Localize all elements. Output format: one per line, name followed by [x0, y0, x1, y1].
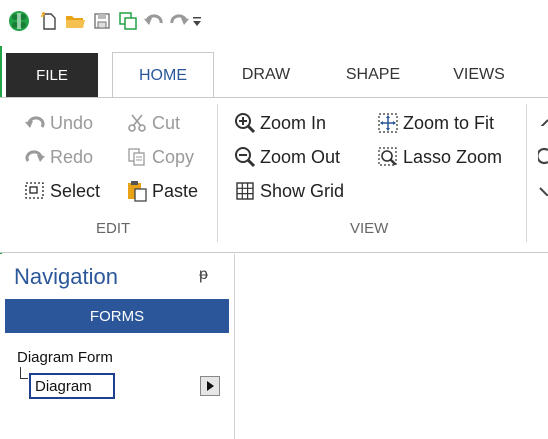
cut-icon	[124, 112, 150, 134]
zoom-in-button[interactable]: Zoom In	[232, 110, 326, 136]
tab-file[interactable]: FILE	[6, 53, 98, 97]
tab-views[interactable]: VIEWS	[440, 52, 518, 98]
select-icon	[22, 180, 48, 202]
copy-window-icon[interactable]	[117, 10, 139, 32]
group-separator	[526, 104, 527, 242]
undo-label: Undo	[50, 112, 94, 133]
grid-icon	[232, 180, 258, 202]
zoom-to-fit-icon	[375, 112, 401, 134]
zoom-in-label: Zoom In	[260, 112, 327, 133]
customize-dropdown-icon[interactable]	[190, 10, 204, 32]
cut-label: Cut	[152, 112, 181, 133]
tab-home[interactable]: HOME	[112, 52, 214, 98]
ribbon-tabs: FILE HOME DRAW SHAPE VIEWS	[0, 52, 548, 98]
tree-item-diagram-form[interactable]: Diagram Form	[17, 349, 113, 366]
copy-label: Copy	[152, 146, 195, 167]
rotate-icon[interactable]	[538, 146, 548, 166]
lasso-zoom-label: Lasso Zoom	[403, 146, 503, 167]
app-logo-icon[interactable]	[8, 10, 30, 32]
undo-button[interactable]: Undo	[22, 110, 93, 136]
redo-label: Redo	[50, 146, 94, 167]
pin-icon[interactable]: ᵽ	[199, 266, 208, 284]
tree-item-diagram[interactable]: Diagram	[29, 373, 115, 399]
paste-button[interactable]: Paste	[124, 178, 198, 204]
tab-shape[interactable]: SHAPE	[332, 52, 414, 98]
forms-section-header[interactable]: FORMS	[5, 299, 229, 333]
expand-arrow-icon[interactable]	[200, 376, 220, 396]
zoom-out-button[interactable]: Zoom Out	[232, 144, 340, 170]
copy-button[interactable]: Copy	[124, 144, 194, 170]
line-icon[interactable]	[538, 186, 548, 196]
lasso-zoom-button[interactable]: Lasso Zoom	[375, 144, 502, 170]
quick-access-toolbar	[0, 0, 548, 46]
ribbon-panel: Undo Redo Select Cut Copy Paste EDIT Zoo…	[0, 97, 548, 253]
zoom-to-fit-button[interactable]: Zoom to Fit	[375, 110, 494, 136]
zoom-to-fit-label: Zoom to Fit	[403, 112, 495, 133]
zoom-out-label: Zoom Out	[260, 146, 341, 167]
redo-icon	[22, 146, 48, 168]
arrow-icon[interactable]	[538, 116, 548, 126]
select-label: Select	[50, 180, 101, 201]
redo-button[interactable]: Redo	[22, 144, 93, 170]
copy-icon	[124, 146, 150, 168]
paste-label: Paste	[152, 180, 199, 201]
view-group-label: VIEW	[350, 220, 389, 237]
cut-button[interactable]: Cut	[124, 110, 180, 136]
navigation-title: Navigation	[14, 264, 118, 289]
zoom-in-icon	[232, 112, 258, 134]
redo-icon[interactable]	[168, 10, 190, 32]
show-grid-button[interactable]: Show Grid	[232, 178, 344, 204]
edit-group-label: EDIT	[96, 220, 131, 237]
save-icon[interactable]	[91, 10, 113, 32]
group-separator	[217, 104, 218, 242]
undo-icon	[22, 112, 48, 134]
tree-connector	[20, 367, 28, 379]
lasso-zoom-icon	[375, 146, 401, 168]
diagram-canvas[interactable]	[236, 254, 548, 439]
show-grid-label: Show Grid	[260, 180, 345, 201]
paste-icon	[124, 180, 150, 202]
navigation-panel: Navigation ᵽ FORMS Diagram Form Diagram	[0, 254, 235, 439]
select-button[interactable]: Select	[22, 178, 100, 204]
tab-draw[interactable]: DRAW	[226, 52, 306, 98]
zoom-out-icon	[232, 146, 258, 168]
open-folder-icon[interactable]	[64, 10, 86, 32]
new-document-icon[interactable]	[38, 10, 60, 32]
undo-icon[interactable]	[143, 10, 165, 32]
